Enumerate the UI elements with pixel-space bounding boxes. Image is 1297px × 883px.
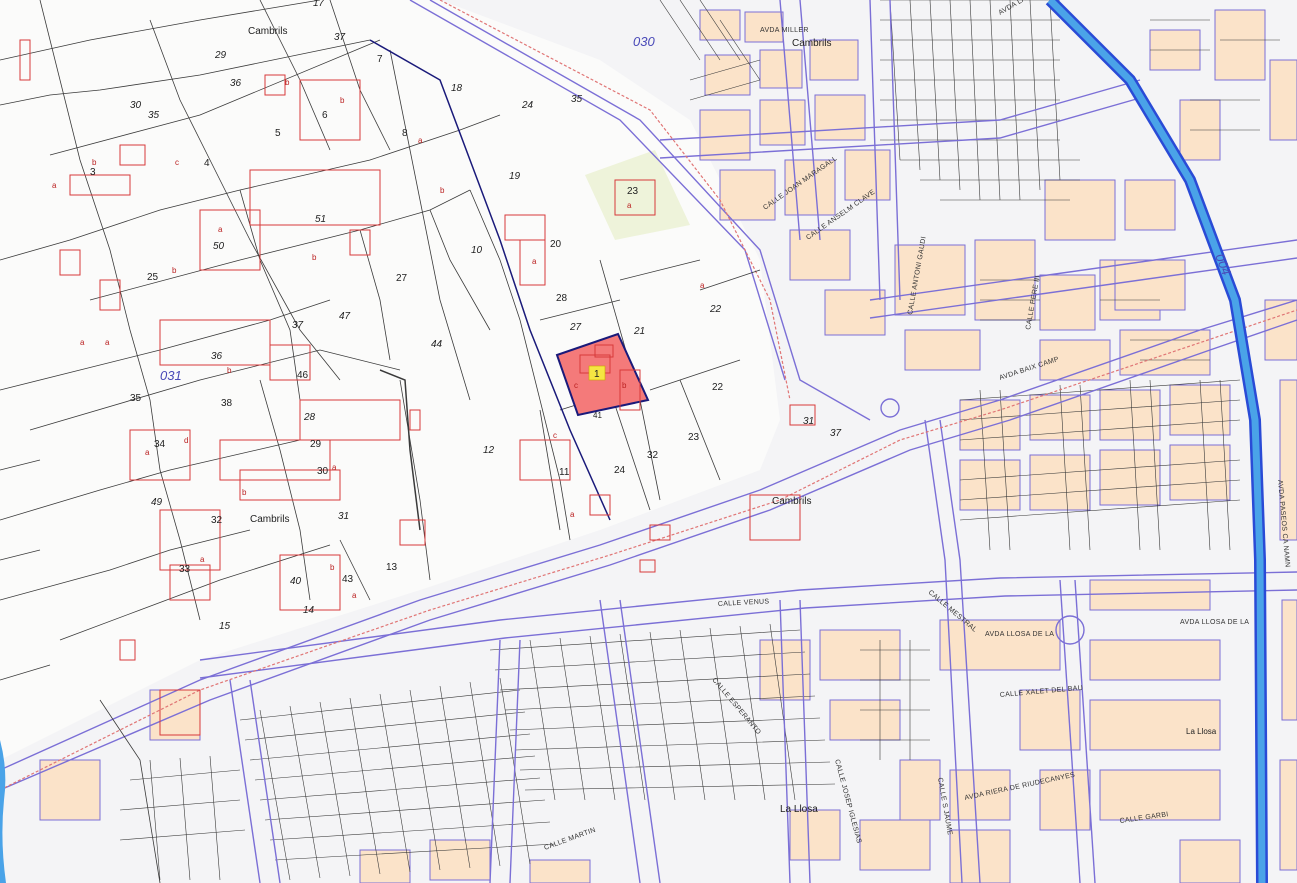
subparcel-letter: a — [700, 281, 705, 290]
parcel-label: 13 — [386, 562, 398, 573]
cadastral-map[interactable]: 1 030 031 004 Cambrils Cambrils Cambrils… — [0, 0, 1297, 883]
street-label: AVDA MILLER — [760, 27, 809, 34]
parcel-label: 28 — [303, 412, 316, 423]
parcel-label: 25 — [147, 272, 159, 283]
parcel-label: 50 — [213, 241, 225, 252]
parcel-label: 51 — [315, 214, 326, 225]
parcel-label: 27 — [569, 322, 582, 333]
parcel-label: 22 — [709, 304, 722, 315]
subparcel-letter: b — [312, 253, 317, 262]
parcel-label: 44 — [431, 339, 443, 350]
parcel-label: 31 — [803, 416, 814, 427]
parcel-label: 34 — [154, 439, 166, 450]
parcel-label: 23 — [627, 186, 639, 197]
street-label: AVDA LLOSA DE LA — [985, 631, 1054, 638]
parcel-label: 7 — [377, 54, 383, 65]
subparcel-letter: b — [340, 96, 345, 105]
parcel-label: 43 — [342, 574, 354, 585]
subparcel-letter: b — [227, 366, 232, 375]
place-la-llosa-1: La Llosa — [780, 804, 818, 815]
subparcel-letter: a — [532, 257, 537, 266]
subparcel-letter: b — [440, 186, 445, 195]
parcel-label: 35 — [571, 94, 583, 105]
parcel-label: 3 — [90, 167, 96, 178]
parcel-label: 20 — [550, 239, 562, 250]
subparcel-letter: d — [184, 436, 188, 445]
polygon-label-031: 031 — [160, 368, 182, 383]
parcel-label: 21 — [633, 326, 645, 337]
parcel-label: 14 — [303, 605, 315, 616]
parcel-label: 17 — [313, 0, 325, 9]
parcel-label: 46 — [297, 370, 309, 381]
subparcel-letter: a — [52, 181, 57, 190]
subparcel-letter: c — [175, 158, 179, 167]
parcel-label: 40 — [290, 576, 302, 587]
parcel-label: 33 — [179, 564, 191, 575]
street-label: AVDA LLOSA DE LA — [1180, 619, 1249, 626]
parcel-label: 28 — [556, 293, 568, 304]
subparcel-letter: a — [627, 201, 632, 210]
subparcel-letter: b — [92, 158, 97, 167]
place-cambrils-1: Cambrils — [248, 26, 287, 37]
parcel-label: 24 — [614, 465, 626, 476]
parcel-label: 32 — [647, 450, 659, 461]
parcel-label: 29 — [310, 439, 322, 450]
parcel-label: 5 — [275, 128, 281, 139]
parcel-label: 18 — [451, 83, 463, 94]
parcel-label: 37 — [292, 320, 304, 331]
parcel-label: 41 — [593, 411, 602, 420]
parcel-label: 10 — [471, 245, 483, 256]
parcel-label: 35 — [148, 110, 160, 121]
subparcel-letter: a — [105, 338, 110, 347]
subparcel-letter: b — [285, 78, 290, 87]
subparcel-letter: a — [145, 448, 150, 457]
parcel-label: 32 — [211, 515, 223, 526]
parcel-label: 30 — [317, 466, 329, 477]
parcel-label: 37 — [830, 428, 842, 439]
parcel-label: 22 — [712, 382, 724, 393]
subparcel-letter: c — [574, 381, 578, 390]
subparcel-letter: c — [553, 431, 557, 440]
parcel-label: 11 — [559, 467, 570, 478]
subparcel-letter: b — [172, 266, 177, 275]
subparcel-letter: b — [330, 563, 335, 572]
highlight-label: 1 — [594, 369, 600, 380]
parcel-label: 12 — [483, 445, 495, 456]
subparcel-letter: a — [218, 225, 223, 234]
place-cambrils-3: Cambrils — [772, 496, 811, 507]
parcel-label: 38 — [221, 398, 233, 409]
parcel-label: 36 — [230, 78, 242, 89]
place-cambrils-2: Cambrils — [792, 38, 831, 49]
parcel-label: 47 — [339, 311, 351, 322]
parcel-label: 19 — [509, 171, 521, 182]
subparcel-letter: a — [80, 338, 85, 347]
subparcel-letter: a — [352, 591, 357, 600]
subparcel-letter: b — [622, 381, 627, 390]
parcel-label: 23 — [688, 432, 700, 443]
parcel-label: 4 — [204, 158, 210, 169]
parcel-label: 36 — [211, 351, 223, 362]
polygon-label-030: 030 — [633, 34, 655, 49]
parcel-label: 37 — [334, 32, 346, 43]
parcel-label: 8 — [402, 128, 408, 139]
parcel-label: 30 — [130, 100, 142, 111]
place-la-llosa-2: La Llosa — [1186, 727, 1217, 736]
subparcel-letter: a — [570, 510, 575, 519]
parcel-label: 31 — [338, 511, 349, 522]
subparcel-letter: a — [332, 463, 337, 472]
subparcel-letter: b — [242, 488, 247, 497]
parcel-label: 49 — [151, 497, 163, 508]
parcel-label: 35 — [130, 393, 142, 404]
subparcel-letter: a — [200, 555, 205, 564]
parcel-label: 27 — [396, 273, 408, 284]
parcel-label: 6 — [322, 110, 328, 121]
parcel-label: 15 — [219, 621, 231, 632]
place-cambrils-4: Cambrils — [250, 514, 289, 525]
subparcel-letter: a — [418, 136, 423, 145]
parcel-label: 29 — [214, 50, 227, 61]
parcel-label: 24 — [521, 100, 534, 111]
